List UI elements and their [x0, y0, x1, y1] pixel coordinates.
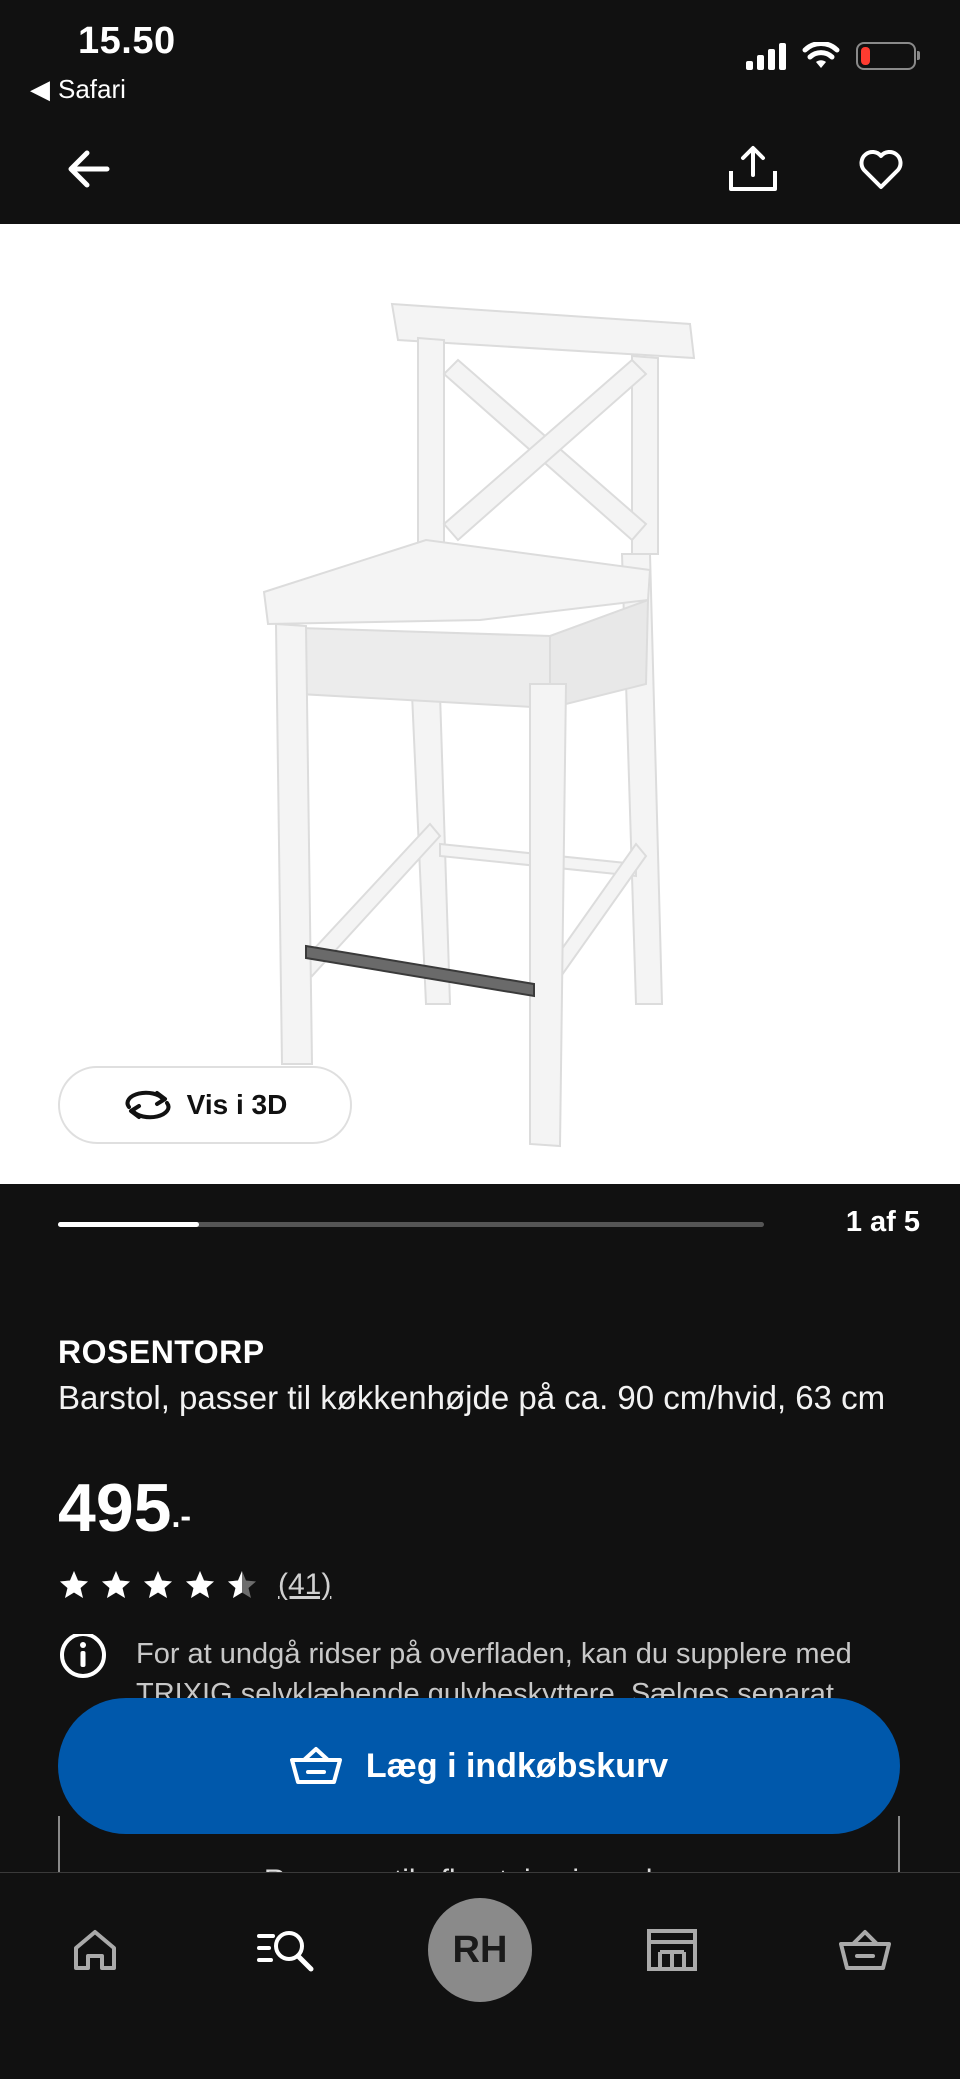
basket-icon [289, 1747, 342, 1784]
info-notice: For at undgå ridser på overfladen, kan d… [58, 1634, 898, 1706]
view-in-3d-button[interactable]: Vis i 3D [58, 1066, 352, 1144]
add-to-cart-button[interactable]: Læg i indkøbskurv [58, 1698, 900, 1834]
back-triangle-icon: ◀ [30, 74, 50, 104]
star-full-icon [186, 1571, 214, 1598]
signal-icon [746, 42, 786, 70]
share-button[interactable] [718, 134, 788, 204]
basket-icon [839, 1930, 891, 1970]
avatar: RH [428, 1898, 532, 2002]
home-icon [74, 1930, 116, 1970]
star-full-icon [102, 1571, 130, 1598]
rotate-3d-icon [125, 1090, 171, 1120]
product-image[interactable] [0, 224, 960, 1184]
tab-profile[interactable]: RH [425, 1895, 535, 2005]
gallery-progress-fill [58, 1222, 200, 1227]
info-text: For at undgå ridser på overfladen, kan d… [136, 1638, 852, 1706]
wifi-icon [802, 42, 840, 68]
gallery-progress [58, 1222, 764, 1227]
product-name: ROSENTORP [58, 1334, 265, 1370]
gallery-counter: 1 af 5 [845, 1206, 920, 1238]
store-icon [647, 1929, 697, 1971]
heart-icon [859, 150, 903, 189]
back-button[interactable] [54, 134, 124, 204]
product-price: 495 .- [58, 1472, 191, 1544]
review-count-link[interactable]: (41) [278, 1568, 331, 1602]
tab-stores[interactable] [617, 1895, 727, 2005]
favorite-button[interactable] [846, 134, 916, 204]
price-suffix: .- [171, 1498, 192, 1534]
rating[interactable]: (41) [58, 1568, 331, 1602]
add-to-cart-label: Læg i indkøbskurv [365, 1746, 669, 1785]
view-in-3d-label: Vis i 3D [186, 1089, 288, 1120]
back-app-label: Safari [58, 74, 126, 104]
back-to-safari[interactable]: ◀ Safari [30, 74, 126, 105]
bar-stool-illustration [262, 302, 696, 1148]
star-half-icon [228, 1571, 256, 1598]
tab-search[interactable] [232, 1895, 342, 2005]
arrow-left-icon [68, 150, 110, 188]
battery-icon [856, 42, 920, 70]
tab-cart[interactable] [810, 1895, 920, 2005]
rating-stars [58, 1569, 258, 1601]
star-full-icon [144, 1571, 172, 1598]
price-amount: 495 [58, 1470, 172, 1546]
star-full-icon [60, 1571, 88, 1598]
info-icon [60, 1634, 106, 1678]
tab-home[interactable] [40, 1895, 150, 2005]
search-icon [257, 1931, 314, 1972]
share-icon [729, 146, 777, 191]
tab-bar: RH [0, 1872, 960, 2079]
status-time: 15.50 [78, 20, 176, 62]
product-description: Barstol, passer til køkkenhøjde på ca. 9… [58, 1379, 886, 1416]
status-icons [746, 42, 920, 70]
